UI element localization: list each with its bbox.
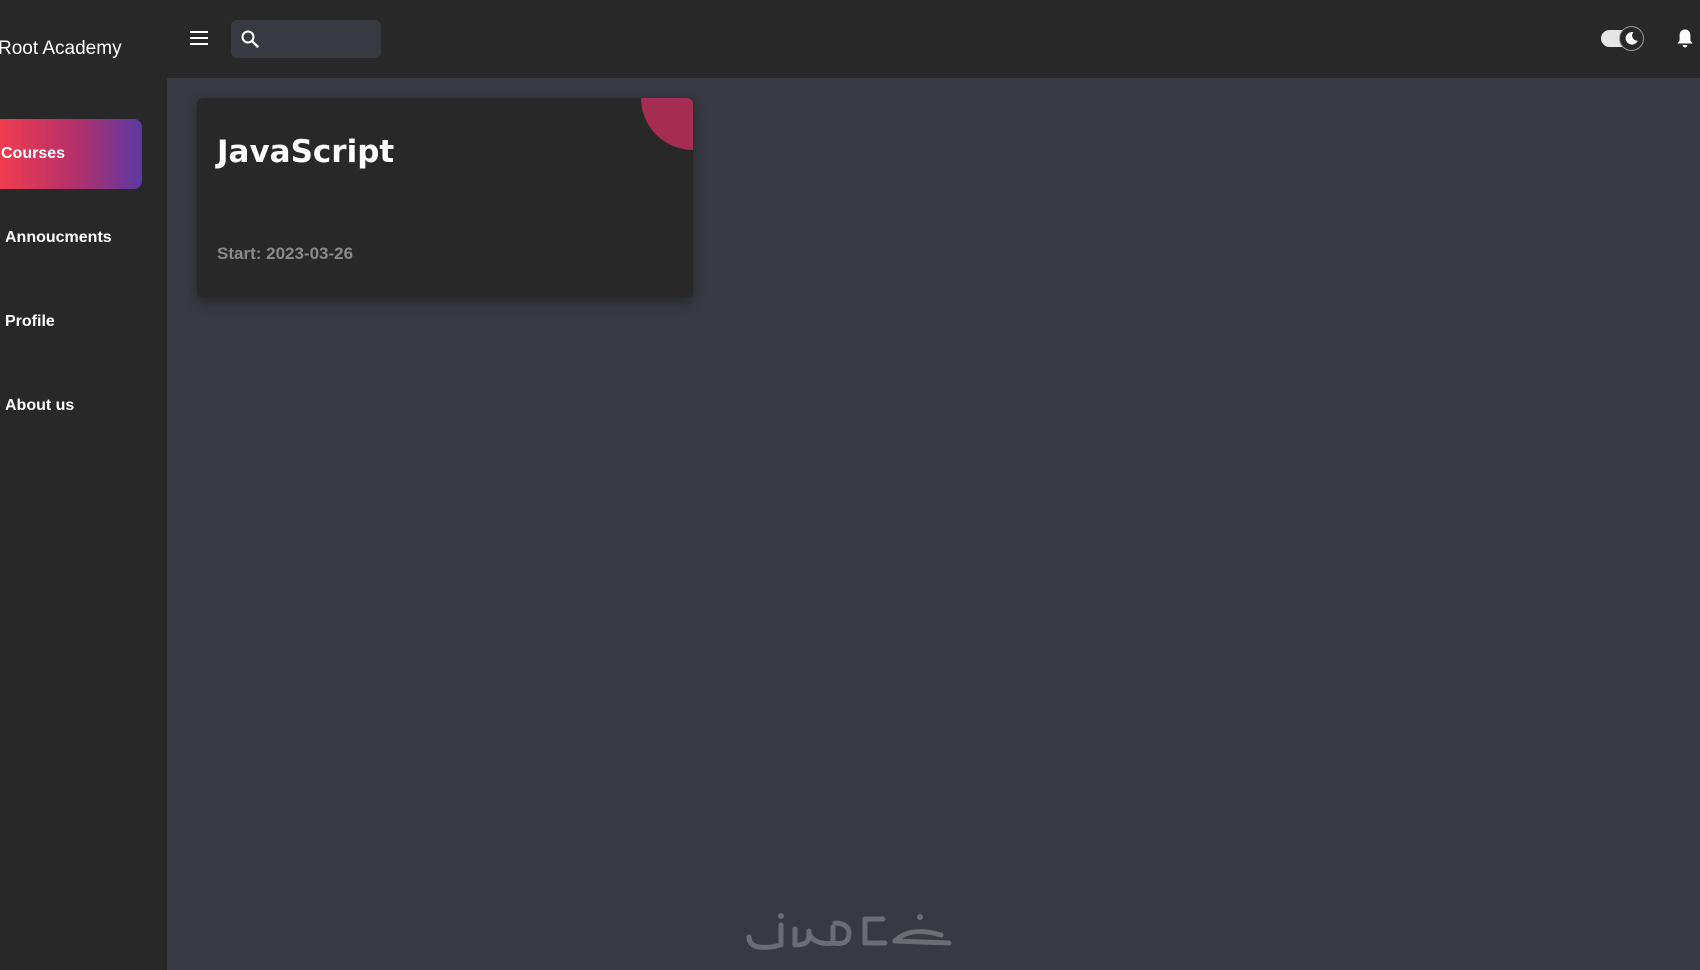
sidebar-item-label: Courses xyxy=(1,145,66,162)
menu-icon[interactable] xyxy=(189,29,209,47)
theme-toggle[interactable] xyxy=(1601,26,1644,51)
sidebar-item-annoucments[interactable]: Annoucments xyxy=(0,203,142,273)
card-corner-accent xyxy=(641,98,693,150)
watermark-logo xyxy=(745,905,953,955)
sidebar: Root Academy Courses Annoucments Profile… xyxy=(0,0,167,970)
bell-icon[interactable] xyxy=(1676,28,1694,49)
sidebar-item-label: Profile xyxy=(5,313,55,330)
sidebar-item-about-us[interactable]: About us xyxy=(0,371,142,441)
toggle-knob xyxy=(1619,26,1644,51)
brand-title[interactable]: Root Academy xyxy=(0,36,122,62)
search-box[interactable] xyxy=(231,20,381,58)
course-card[interactable]: JavaScript Start: 2023-03-26 xyxy=(197,98,693,298)
course-start-date: Start: 2023-03-26 xyxy=(217,244,354,263)
sidebar-item-courses[interactable]: Courses xyxy=(0,119,142,189)
course-title: JavaScript xyxy=(217,134,395,170)
sidebar-item-label: Annoucments xyxy=(5,229,112,246)
sidebar-item-profile[interactable]: Profile xyxy=(0,287,142,357)
sidebar-item-label: About us xyxy=(5,397,75,414)
moon-icon xyxy=(1624,31,1639,46)
top-bar xyxy=(167,0,1700,78)
search-input[interactable] xyxy=(265,24,375,54)
search-icon xyxy=(240,29,260,49)
